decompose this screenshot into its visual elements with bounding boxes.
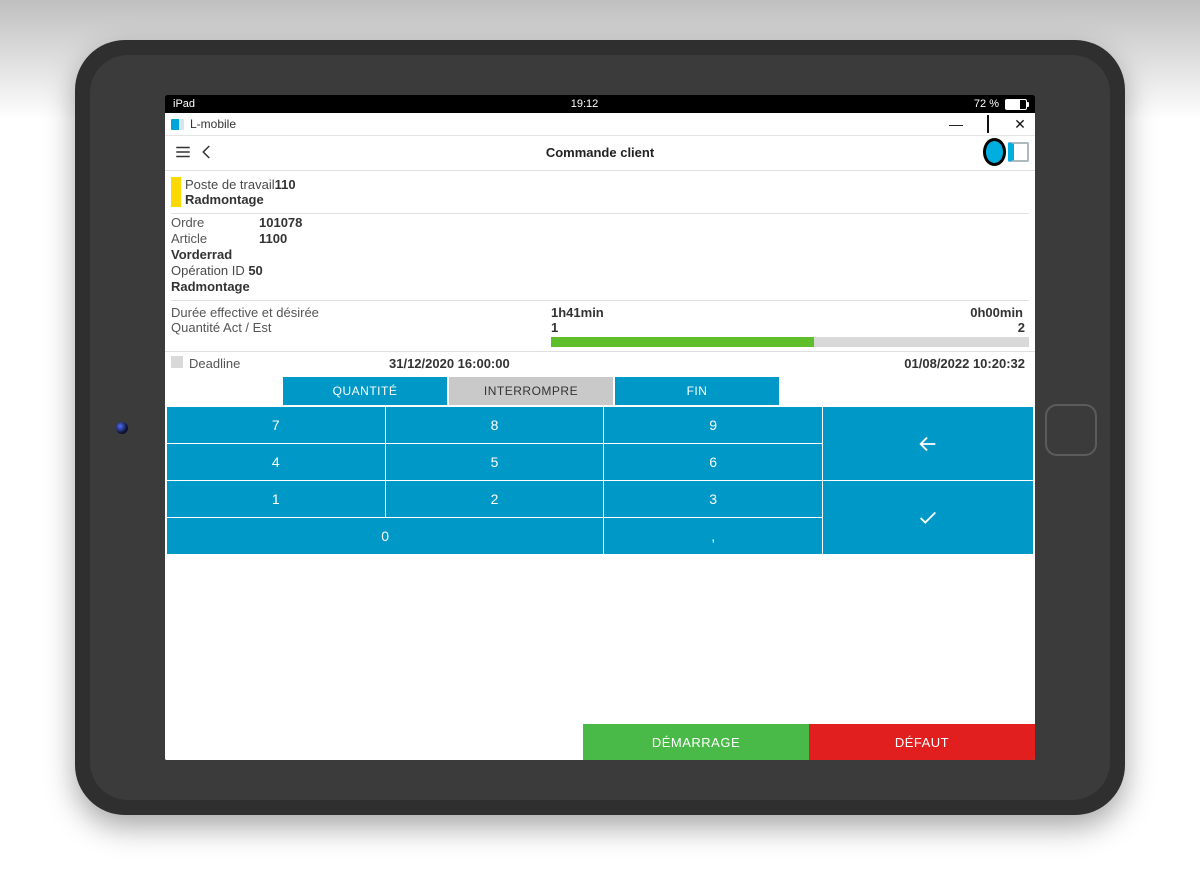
ios-status-bar: iPad 19:12 72 %	[165, 95, 1035, 113]
window-close-button[interactable]: ✕	[1011, 116, 1029, 133]
window-minimize-button[interactable]: —	[947, 116, 965, 133]
workstation-row: Poste de travail110 Radmontage	[171, 177, 1029, 207]
tab-end[interactable]: FIN	[615, 377, 779, 405]
workstation-id: 110	[275, 177, 296, 192]
key-comma[interactable]: ,	[604, 518, 822, 554]
quantity-row: Quantité Act / Est 1 2	[165, 320, 1035, 351]
checkmark-icon	[917, 507, 939, 529]
key-0[interactable]: 0	[167, 518, 603, 554]
start-button[interactable]: DÉMARRAGE	[583, 724, 809, 760]
battery-icon	[1005, 99, 1027, 110]
app-icon	[171, 119, 184, 130]
app-header: Commande client	[165, 136, 1035, 171]
operation-name: Radmontage	[171, 279, 1029, 294]
quantity-actual: 1	[551, 320, 558, 335]
quantity-progress-bar	[551, 337, 1029, 347]
info-panel: Poste de travail110 Radmontage Ordre 1010…	[165, 171, 1035, 301]
hamburger-icon	[174, 143, 192, 161]
menu-button[interactable]	[171, 143, 195, 161]
key-1[interactable]: 1	[167, 481, 385, 517]
duration-label: Durée effective et désirée	[171, 305, 551, 320]
article-label: Article	[171, 231, 231, 246]
page-title: Commande client	[165, 145, 1035, 160]
arrow-left-icon	[917, 433, 939, 455]
operation-label: Opération ID	[171, 263, 245, 278]
order-value: 101078	[259, 215, 302, 230]
key-8[interactable]: 8	[386, 407, 604, 443]
key-backspace[interactable]	[823, 407, 1033, 480]
key-2[interactable]: 2	[386, 481, 604, 517]
logo-rect-icon	[1008, 142, 1029, 162]
operation-id: 50	[248, 263, 262, 278]
highlight-bar	[171, 177, 181, 207]
deadline-planned: 31/12/2020 16:00:00	[389, 356, 639, 371]
chevron-left-icon	[198, 143, 216, 161]
key-6[interactable]: 6	[604, 444, 822, 480]
tablet-frame: iPad 19:12 72 % L-mobile — ✕	[75, 40, 1125, 815]
numpad: 7 8 9 4 5 6 1 2 3 0 ,	[165, 407, 1035, 554]
company-logo	[983, 140, 1029, 164]
duration-target: 0h00min	[806, 305, 1029, 320]
article-name: Vorderrad	[171, 247, 1029, 262]
deadline-label: Deadline	[189, 356, 389, 371]
screen: iPad 19:12 72 % L-mobile — ✕	[165, 95, 1035, 760]
key-7[interactable]: 7	[167, 407, 385, 443]
home-button[interactable]	[1045, 404, 1097, 456]
device-label: iPad	[173, 98, 195, 110]
app-name: L-mobile	[190, 117, 236, 131]
quantity-target: 2	[1018, 320, 1025, 335]
back-button[interactable]	[195, 143, 219, 161]
ios-clock: 19:12	[571, 98, 599, 110]
key-5[interactable]: 5	[386, 444, 604, 480]
key-4[interactable]: 4	[167, 444, 385, 480]
workstation-name: Radmontage	[185, 192, 296, 207]
order-label: Ordre	[171, 215, 231, 230]
front-camera	[116, 422, 128, 434]
footer: DÉMARRAGE DÉFAUT	[165, 724, 1035, 760]
deadline-checkbox[interactable]	[171, 356, 183, 368]
deadline-now: 01/08/2022 10:20:32	[904, 356, 1029, 371]
duration-row: Durée effective et désirée 1h41min 0h00m…	[165, 301, 1035, 320]
window-maximize-button[interactable]	[979, 116, 997, 133]
battery-pct: 72 %	[974, 98, 999, 110]
logo-circle-icon	[983, 138, 1006, 166]
key-confirm[interactable]	[823, 481, 1033, 554]
deadline-row: Deadline 31/12/2020 16:00:00 01/08/2022 …	[165, 351, 1035, 375]
quantity-progress-fill	[551, 337, 814, 347]
tab-quantity[interactable]: QUANTITÉ	[283, 377, 447, 405]
window-title-bar: L-mobile — ✕	[165, 113, 1035, 136]
tab-interrupt[interactable]: INTERROMPRE	[449, 377, 613, 405]
duration-actual: 1h41min	[551, 305, 806, 320]
quantity-label: Quantité Act / Est	[171, 320, 551, 347]
key-3[interactable]: 3	[604, 481, 822, 517]
workstation-label: Poste de travail	[185, 177, 275, 192]
key-9[interactable]: 9	[604, 407, 822, 443]
article-value: 1100	[259, 231, 287, 246]
action-tabs: QUANTITÉ INTERROMPRE FIN	[165, 377, 1035, 405]
fault-button[interactable]: DÉFAUT	[809, 724, 1035, 760]
